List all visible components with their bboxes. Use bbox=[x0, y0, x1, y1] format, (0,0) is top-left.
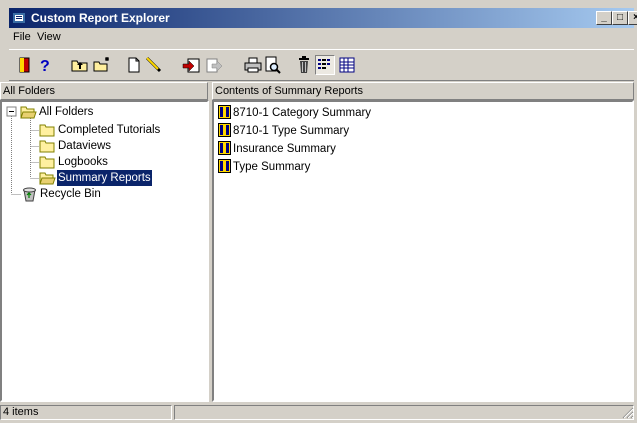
tree-item-label: Summary Reports bbox=[57, 170, 152, 186]
right-pane-header: Contents of Summary Reports bbox=[212, 82, 634, 100]
menu-file[interactable]: File bbox=[13, 31, 31, 43]
tree-item-completed-tutorials[interactable]: Completed Tutorials bbox=[39, 122, 189, 138]
recycle-bin-icon bbox=[23, 187, 36, 202]
tree-item-all-folders[interactable]: All Folders bbox=[20, 104, 140, 120]
new-document-icon[interactable] bbox=[124, 55, 144, 75]
open-folder-icon bbox=[39, 172, 56, 185]
list-item-label: Insurance Summary bbox=[233, 143, 336, 155]
list-view-button[interactable] bbox=[315, 55, 335, 75]
status-bar: 4 items bbox=[0, 404, 634, 421]
export-icon[interactable] bbox=[204, 55, 224, 75]
window-title: Custom Report Explorer bbox=[31, 11, 170, 25]
close-button[interactable]: × bbox=[628, 11, 637, 25]
report-icon bbox=[218, 105, 231, 119]
resize-grip-icon[interactable] bbox=[622, 407, 634, 419]
folder-icon bbox=[39, 156, 55, 169]
up-folder-icon[interactable] bbox=[70, 55, 90, 75]
tree-item-label: Completed Tutorials bbox=[58, 124, 161, 136]
list-item-label: 8710-1 Category Summary bbox=[233, 107, 372, 119]
delete-icon[interactable] bbox=[294, 55, 314, 75]
title-bar[interactable]: Custom Report Explorer _ □ × bbox=[9, 8, 637, 28]
menu-bar: File View bbox=[9, 29, 634, 47]
tree-item-label: Logbooks bbox=[58, 156, 108, 168]
report-icon bbox=[218, 159, 231, 173]
folder-tree[interactable]: All Folders Completed Tutorials Dataview… bbox=[0, 100, 209, 402]
folder-icon bbox=[39, 124, 55, 137]
tree-item-label: All Folders bbox=[39, 106, 94, 118]
app-icon bbox=[13, 13, 25, 23]
minimize-button[interactable]: _ bbox=[596, 11, 612, 25]
tree-item-label: Recycle Bin bbox=[40, 188, 101, 200]
new-folder-icon[interactable] bbox=[92, 55, 112, 75]
report-icon bbox=[218, 123, 231, 137]
list-item-label: 8710-1 Type Summary bbox=[233, 125, 350, 137]
tree-item-dataviews[interactable]: Dataviews bbox=[39, 138, 189, 154]
print-icon[interactable] bbox=[243, 55, 263, 75]
tree-item-recycle-bin[interactable]: Recycle Bin bbox=[21, 186, 171, 202]
open-folder-icon bbox=[20, 106, 37, 119]
help-icon[interactable]: ? bbox=[36, 55, 56, 75]
left-pane-header: All Folders bbox=[0, 82, 208, 100]
tree-item-label: Dataviews bbox=[58, 140, 112, 152]
minimize-icon: _ bbox=[601, 12, 607, 23]
print-preview-icon[interactable] bbox=[262, 55, 282, 75]
details-view-icon[interactable] bbox=[337, 55, 357, 75]
list-view-icon bbox=[318, 59, 330, 69]
report-explorer-window: Custom Report Explorer _ □ × File View ? bbox=[0, 0, 637, 423]
list-item-label: Type Summary bbox=[233, 161, 311, 173]
close-icon: × bbox=[633, 12, 637, 23]
maximize-button[interactable]: □ bbox=[612, 11, 628, 25]
toolbar: ? bbox=[9, 49, 634, 81]
status-item-count: 4 items bbox=[0, 405, 172, 420]
import-icon[interactable] bbox=[182, 55, 202, 75]
edit-icon[interactable] bbox=[144, 55, 164, 75]
tree-item-summary-reports[interactable]: Summary Reports bbox=[39, 170, 189, 186]
menu-view[interactable]: View bbox=[37, 31, 61, 43]
folder-icon bbox=[39, 140, 55, 153]
exit-icon[interactable] bbox=[15, 55, 35, 75]
status-panel bbox=[174, 405, 634, 420]
report-icon bbox=[218, 141, 231, 155]
tree-item-logbooks[interactable]: Logbooks bbox=[39, 154, 189, 170]
report-list[interactable]: 8710-1 Category Summary 8710-1 Type Summ… bbox=[212, 100, 634, 402]
maximize-icon: □ bbox=[616, 12, 624, 23]
svg-text:?: ? bbox=[40, 58, 50, 75]
